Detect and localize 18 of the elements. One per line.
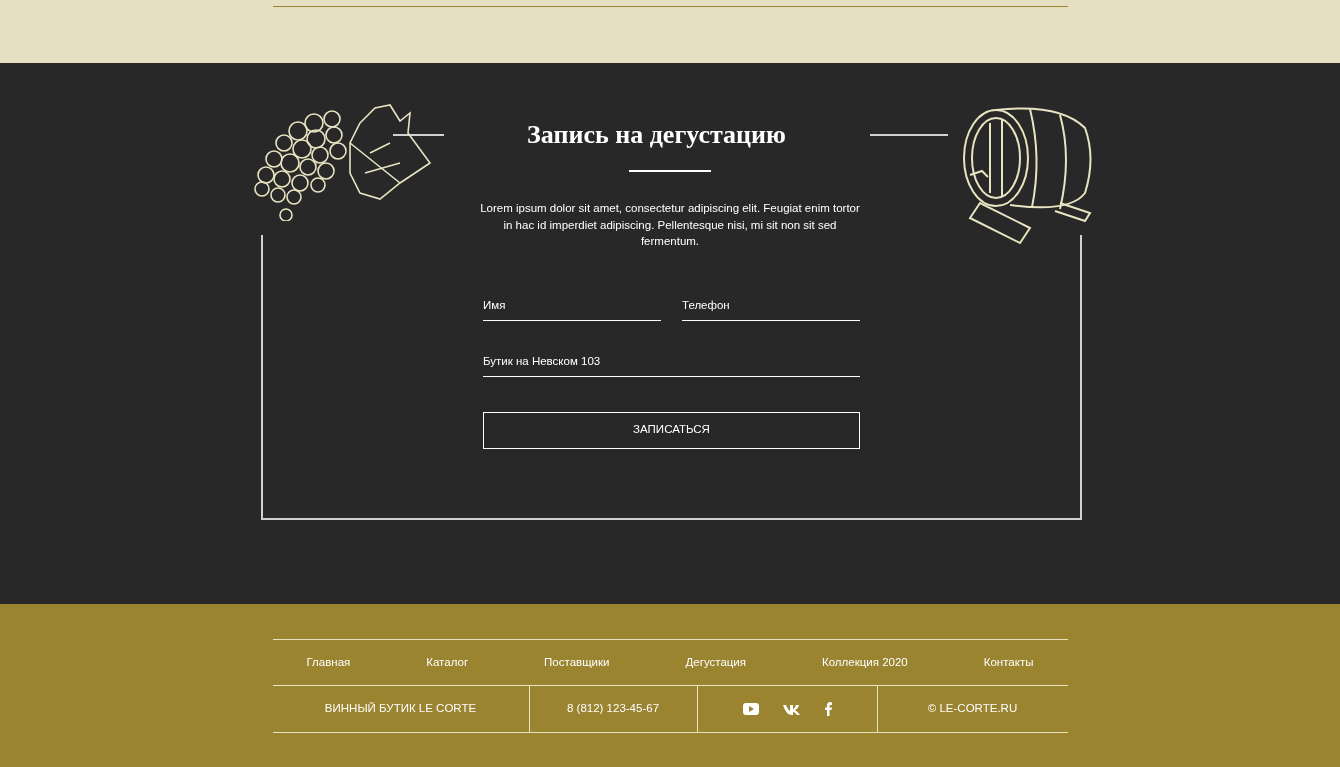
vk-icon[interactable]: [782, 703, 801, 715]
brand-name: ВИННЫЙ БУТИК LE CORTE: [324, 701, 477, 717]
footer-nav-link[interactable]: Поставщики: [544, 653, 610, 672]
footer-nav-link[interactable]: Дегустация: [685, 653, 747, 672]
boutique-field[interactable]: Бутик на Невском 103: [483, 345, 860, 377]
phone-number: 8 (812) 123-45-67: [566, 701, 660, 717]
input-field[interactable]: Имя: [483, 289, 661, 321]
footer-nav-link[interactable]: Коллекция 2020: [822, 653, 908, 672]
footer-nav-link[interactable]: Каталог: [426, 653, 469, 672]
section-title: Запись на дегустацию: [526, 119, 787, 151]
footer-nav-link[interactable]: Главная: [306, 653, 351, 672]
input-field[interactable]: Телефон: [682, 289, 860, 321]
youtube-icon[interactable]: [742, 703, 759, 715]
footer-nav-link[interactable]: Контакты: [983, 653, 1034, 672]
submit-button[interactable]: ЗАПИСАТЬСЯ: [483, 411, 860, 449]
intro-text: Lorem ipsum dolor sit amet, consectetur adipiscing elit. Feugiat enim tortor in hac id imperdiet adipiscing. Pellentesque nisi, mi sit non sit sed fermentum.: [480, 201, 860, 249]
facebook-icon[interactable]: [824, 702, 832, 716]
copyright-text: © LE-CORTE.RU: [927, 701, 1018, 717]
